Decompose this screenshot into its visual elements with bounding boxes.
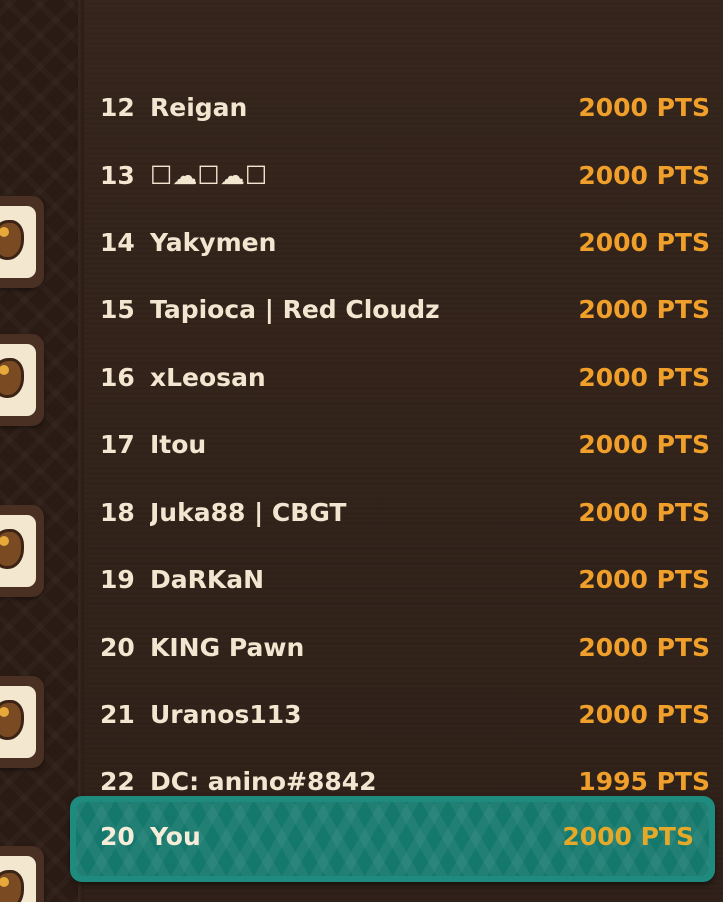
player-name: Reigan <box>150 92 248 122</box>
rank-number: 19 <box>100 564 135 594</box>
current-player-points: 2000 PTS <box>562 821 694 851</box>
player-points: 2000 PTS <box>578 227 710 257</box>
leaderboard-screen: 12 Reigan 2000 PTS 13 ☐☁☐☁☐ 2000 PTS 14 … <box>0 0 723 902</box>
avatar-frame <box>0 856 36 902</box>
player-avatar-icon <box>0 358 24 398</box>
player-avatar-icon <box>0 220 24 260</box>
rank-number: 16 <box>100 362 135 392</box>
player-name: Tapioca | Red Cloudz <box>150 294 440 324</box>
leaderboard-row[interactable]: 18 Juka88 | CBGT 2000 PTS <box>100 492 710 532</box>
rank-number: 22 <box>100 766 135 796</box>
player-avatar-icon <box>0 870 24 902</box>
leaderboard-row[interactable]: 20 KING Pawn 2000 PTS <box>100 627 710 667</box>
leaderboard-row[interactable]: 16 xLeosan 2000 PTS <box>100 357 710 397</box>
avatar-frame <box>0 344 36 416</box>
player-points: 2000 PTS <box>578 294 710 324</box>
current-player-row: 20 You 2000 PTS <box>100 816 694 856</box>
player-points: 2000 PTS <box>578 429 710 459</box>
player-points: 2000 PTS <box>578 160 710 190</box>
player-points: 1995 PTS <box>578 766 710 796</box>
leaderboard-row[interactable]: 17 Itou 2000 PTS <box>100 424 710 464</box>
player-name: DaRKaN <box>150 564 265 594</box>
player-name: xLeosan <box>150 362 266 392</box>
leaderboard-row[interactable]: 19 DaRKaN 2000 PTS <box>100 559 710 599</box>
rank-number: 15 <box>100 294 135 324</box>
player-avatar-icon <box>0 529 24 569</box>
player-points: 2000 PTS <box>578 564 710 594</box>
leaderboard-row[interactable]: 13 ☐☁☐☁☐ 2000 PTS <box>100 155 710 195</box>
player-points: 2000 PTS <box>578 497 710 527</box>
rank-number: 17 <box>100 429 135 459</box>
player-avatar-icon <box>0 700 24 740</box>
leaderboard-row[interactable]: 15 Tapioca | Red Cloudz 2000 PTS <box>100 289 710 329</box>
leaderboard-row[interactable]: 12 Reigan 2000 PTS <box>100 87 710 127</box>
player-points: 2000 PTS <box>578 92 710 122</box>
player-points: 2000 PTS <box>578 699 710 729</box>
player-name: Yakymen <box>150 227 277 257</box>
rank-number: 18 <box>100 497 135 527</box>
player-name: Itou <box>150 429 207 459</box>
current-player-rank: 20 <box>100 821 135 851</box>
rank-number: 13 <box>100 160 135 190</box>
rank-number: 14 <box>100 227 135 257</box>
player-avatar-card[interactable] <box>0 334 44 426</box>
player-points: 2000 PTS <box>578 362 710 392</box>
player-name: Uranos113 <box>150 699 302 729</box>
player-name: KING Pawn <box>150 632 305 662</box>
player-avatar-card[interactable] <box>0 846 44 902</box>
player-avatar-card[interactable] <box>0 505 44 597</box>
rank-number: 21 <box>100 699 135 729</box>
leaderboard-row[interactable]: 22 DC: anino#8842 1995 PTS <box>100 761 710 801</box>
player-avatar-card[interactable] <box>0 676 44 768</box>
player-name: Juka88 | CBGT <box>150 497 347 527</box>
avatar-frame <box>0 686 36 758</box>
leaderboard-row[interactable]: 21 Uranos113 2000 PTS <box>100 694 710 734</box>
current-player-name: You <box>150 821 201 851</box>
current-player-bar[interactable]: 20 You 2000 PTS <box>70 796 715 882</box>
player-points: 2000 PTS <box>578 632 710 662</box>
player-avatar-card[interactable] <box>0 196 44 288</box>
player-name: ☐☁☐☁☐ <box>150 160 268 190</box>
rank-number: 20 <box>100 632 135 662</box>
rank-number: 12 <box>100 92 135 122</box>
avatar-frame <box>0 206 36 278</box>
player-name: DC: anino#8842 <box>150 766 377 796</box>
leaderboard-row[interactable]: 14 Yakymen 2000 PTS <box>100 222 710 262</box>
avatar-frame <box>0 515 36 587</box>
